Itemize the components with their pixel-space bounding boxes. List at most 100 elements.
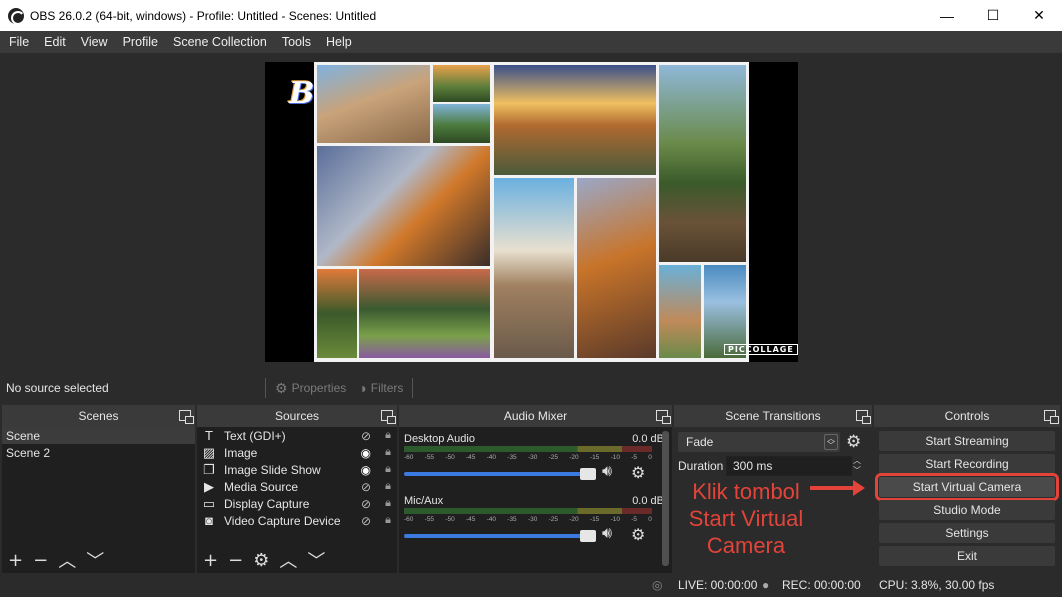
lock-icon[interactable]: 🔒︎ xyxy=(385,463,391,476)
exit-button[interactable]: Exit xyxy=(879,546,1055,566)
gear-icon[interactable]: ⚙ xyxy=(631,463,645,483)
lock-icon[interactable]: 🔒︎ xyxy=(385,514,391,527)
properties-button[interactable]: ⚙ Properties xyxy=(269,380,352,397)
start-virtual-camera-button[interactable]: Start Virtual Camera xyxy=(875,473,1059,501)
close-button[interactable]: ✕ xyxy=(1016,0,1062,31)
meter-tick: 0 xyxy=(648,516,652,523)
visibility-icon[interactable]: ◉ xyxy=(361,463,371,477)
source-name: Image xyxy=(224,445,258,460)
meter-tick: -30 xyxy=(527,454,538,461)
photo-tile xyxy=(317,65,430,143)
filters-label: Filters xyxy=(370,381,404,395)
meter-tick: -25 xyxy=(548,516,558,523)
menu-help[interactable]: Help xyxy=(320,35,358,49)
settings-button[interactable]: Settings xyxy=(879,523,1055,543)
undock-icon[interactable] xyxy=(1044,410,1059,424)
preview-canvas[interactable]: B PICCOLLAGE xyxy=(265,62,798,362)
piccollage-watermark: PICCOLLAGE xyxy=(724,344,798,355)
source-name: Text (GDI+) xyxy=(224,428,286,443)
annotation-arrow xyxy=(810,480,865,496)
gear-icon[interactable]: ⚙ xyxy=(253,550,269,571)
logo-letter: B xyxy=(289,76,315,111)
menu-view[interactable]: View xyxy=(75,35,114,49)
photo-tile xyxy=(317,146,490,266)
lock-icon[interactable]: 🔒︎ xyxy=(385,480,391,493)
visibility-icon[interactable]: ◉ xyxy=(361,446,371,460)
source-item[interactable]: ❐ Image Slide Show ◉ 🔒︎ xyxy=(197,461,397,478)
duration-input[interactable]: 300 ms xyxy=(726,456,852,476)
visibility-hidden-icon[interactable]: ⊘ xyxy=(361,497,371,511)
minimize-button[interactable]: — xyxy=(924,0,970,31)
annotation-line: Camera xyxy=(706,533,786,558)
move-up-icon[interactable]: ︿ xyxy=(279,547,297,573)
menu-tools[interactable]: Tools xyxy=(276,35,317,49)
remove-icon[interactable]: − xyxy=(228,550,243,571)
menu-profile[interactable]: Profile xyxy=(117,35,164,49)
move-down-icon[interactable]: ﹀ xyxy=(86,547,104,573)
source-item[interactable]: ▶ Media Source ⊘ 🔒︎ xyxy=(197,478,397,495)
volume-slider[interactable] xyxy=(404,468,596,480)
gear-icon[interactable]: ⚙ xyxy=(846,432,861,452)
duration-label: Duration xyxy=(678,459,724,473)
meter-tick: -50 xyxy=(445,454,455,461)
meter-tick: -15 xyxy=(589,516,600,523)
volume-meter xyxy=(404,446,652,452)
start-streaming-button[interactable]: Start Streaming xyxy=(879,431,1055,451)
menu-edit[interactable]: Edit xyxy=(38,35,72,49)
menu-scene-collection[interactable]: Scene Collection xyxy=(167,35,273,49)
visibility-hidden-icon[interactable]: ⊘ xyxy=(361,514,371,528)
gear-icon[interactable]: ⚙ xyxy=(631,525,645,545)
maximize-button[interactable]: ☐ xyxy=(970,0,1016,31)
volume-slider[interactable] xyxy=(404,530,596,542)
remove-icon[interactable]: − xyxy=(33,550,48,571)
visibility-hidden-icon[interactable]: ⊘ xyxy=(361,429,371,443)
lock-icon[interactable]: 🔒︎ xyxy=(385,497,391,510)
scenes-dock: Scenes Scene Scene 2 + − ︿ ﹀ xyxy=(2,405,195,573)
mixer-scrollbar[interactable] xyxy=(662,431,669,566)
undock-icon[interactable] xyxy=(179,410,194,424)
visibility-hidden-icon[interactable]: ⊘ xyxy=(361,480,371,494)
source-item[interactable]: ▨ Image ◉ 🔒︎ xyxy=(197,444,397,461)
speaker-icon[interactable]: 🔊︎ xyxy=(602,463,612,481)
annotation-line: Start Virtual xyxy=(688,506,804,531)
display-source-icon: ▭ xyxy=(202,495,216,511)
sources-list: T Text (GDI+) ⊘ 🔒︎ ▨ Image ◉ 🔒︎ ❐ Image Slide S… xyxy=(197,427,397,573)
undock-icon[interactable] xyxy=(656,410,671,424)
duration-spinner[interactable]: ︿ ﹀ xyxy=(851,456,863,476)
controls-dock-title: Controls xyxy=(944,409,990,423)
slider-handle[interactable] xyxy=(580,468,596,480)
live-timer: LIVE: 00:00:00 xyxy=(678,578,758,592)
channel-name: Mic/Aux xyxy=(404,495,444,507)
menu-file[interactable]: File xyxy=(3,35,35,49)
undock-icon[interactable] xyxy=(381,410,396,424)
meter-tick: -55 xyxy=(424,454,435,461)
move-down-icon[interactable]: ﹀ xyxy=(307,547,325,573)
meter-tick: -50 xyxy=(445,516,455,523)
photo-collage: PICCOLLAGE xyxy=(314,62,798,362)
properties-label: Properties xyxy=(291,381,347,395)
move-up-icon[interactable]: ︿ xyxy=(58,547,76,573)
duration-value: 300 ms xyxy=(733,459,773,473)
filters-button[interactable]: ◑ Filters xyxy=(352,380,409,396)
lock-icon[interactable]: 🔒︎ xyxy=(385,446,391,459)
transitions-dock-title: Scene Transitions xyxy=(725,409,821,423)
source-item[interactable]: ▭ Display Capture ⊘ 🔒︎ xyxy=(197,495,397,512)
add-icon[interactable]: + xyxy=(203,550,218,571)
photo-tile xyxy=(317,269,357,358)
sources-dock-title: Sources xyxy=(274,409,320,423)
scene-item[interactable]: Scene xyxy=(2,427,195,444)
lock-icon[interactable]: 🔒︎ xyxy=(385,429,391,442)
start-recording-button[interactable]: Start Recording xyxy=(879,454,1055,474)
undock-icon[interactable] xyxy=(856,410,871,424)
scene-item[interactable]: Scene 2 xyxy=(2,444,195,461)
add-icon[interactable]: + xyxy=(8,550,23,571)
controls-body: Start Streaming Start Recording Start Vi… xyxy=(874,427,1060,573)
slider-handle[interactable] xyxy=(580,530,596,542)
source-item[interactable]: ◙ Video Capture Device ⊘ 🔒︎ xyxy=(197,512,397,529)
studio-mode-button[interactable]: Studio Mode xyxy=(879,500,1055,520)
transition-combo[interactable]: Fade ︿ ﹀ xyxy=(678,432,840,452)
window-titlebar: OBS 26.0.2 (64-bit, windows) - Profile: … xyxy=(0,0,1062,31)
source-item[interactable]: T Text (GDI+) ⊘ 🔒︎ xyxy=(197,427,397,444)
speaker-icon[interactable]: 🔊︎ xyxy=(602,525,612,543)
source-toolbar: No source selected ⚙ Properties ◑ Filters xyxy=(0,371,1062,405)
